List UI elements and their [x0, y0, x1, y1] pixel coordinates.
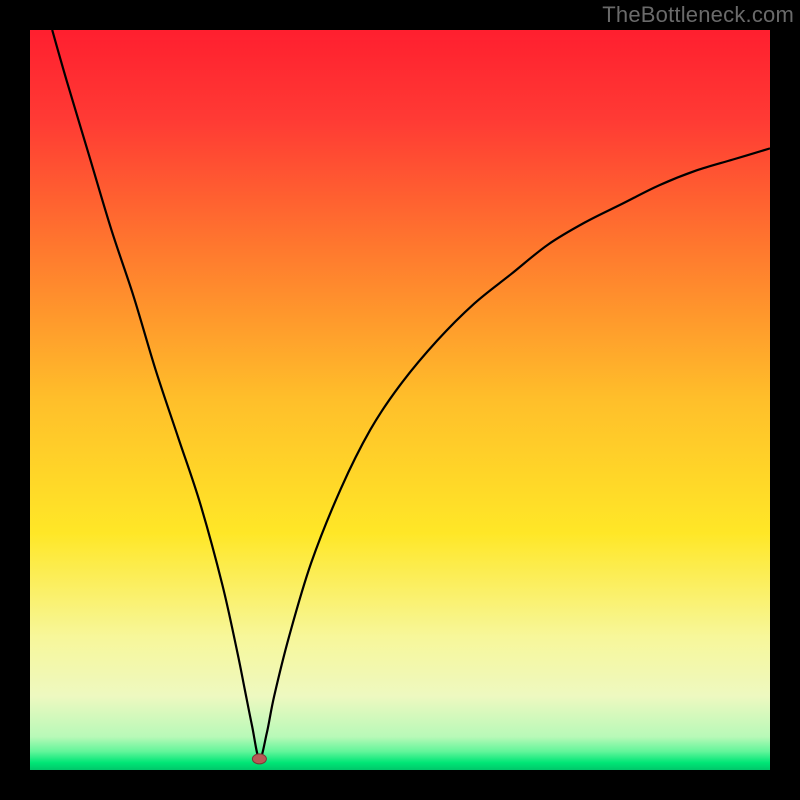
plot-area: [30, 30, 770, 770]
bottleneck-chart: [30, 30, 770, 770]
gradient-background: [30, 30, 770, 770]
watermark-text: TheBottleneck.com: [602, 2, 794, 28]
chart-frame: TheBottleneck.com: [0, 0, 800, 800]
optimum-marker: [252, 754, 266, 764]
